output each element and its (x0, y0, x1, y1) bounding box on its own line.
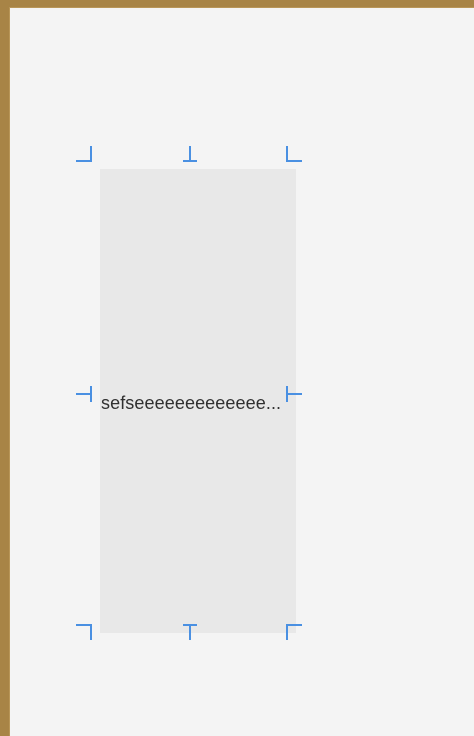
top-right-resize-handle[interactable] (286, 146, 302, 162)
bottom-right-resize-handle[interactable] (286, 624, 302, 640)
label-text: sefseeeeeeeeeeeee... (101, 393, 282, 413)
window-frame: sefseeeeeeeeeeeee... (0, 0, 474, 736)
bottom-center-resize-handle[interactable] (183, 624, 197, 640)
top-center-resize-handle[interactable] (183, 146, 197, 162)
selected-label-element[interactable]: sefseeeeeeeeeeeee... (100, 169, 296, 633)
bottom-left-resize-handle[interactable] (76, 624, 92, 640)
top-left-resize-handle[interactable] (76, 146, 92, 162)
middle-left-resize-handle[interactable] (76, 386, 92, 402)
middle-right-resize-handle[interactable] (286, 386, 302, 402)
design-canvas[interactable]: sefseeeeeeeeeeeee... (9, 7, 474, 736)
